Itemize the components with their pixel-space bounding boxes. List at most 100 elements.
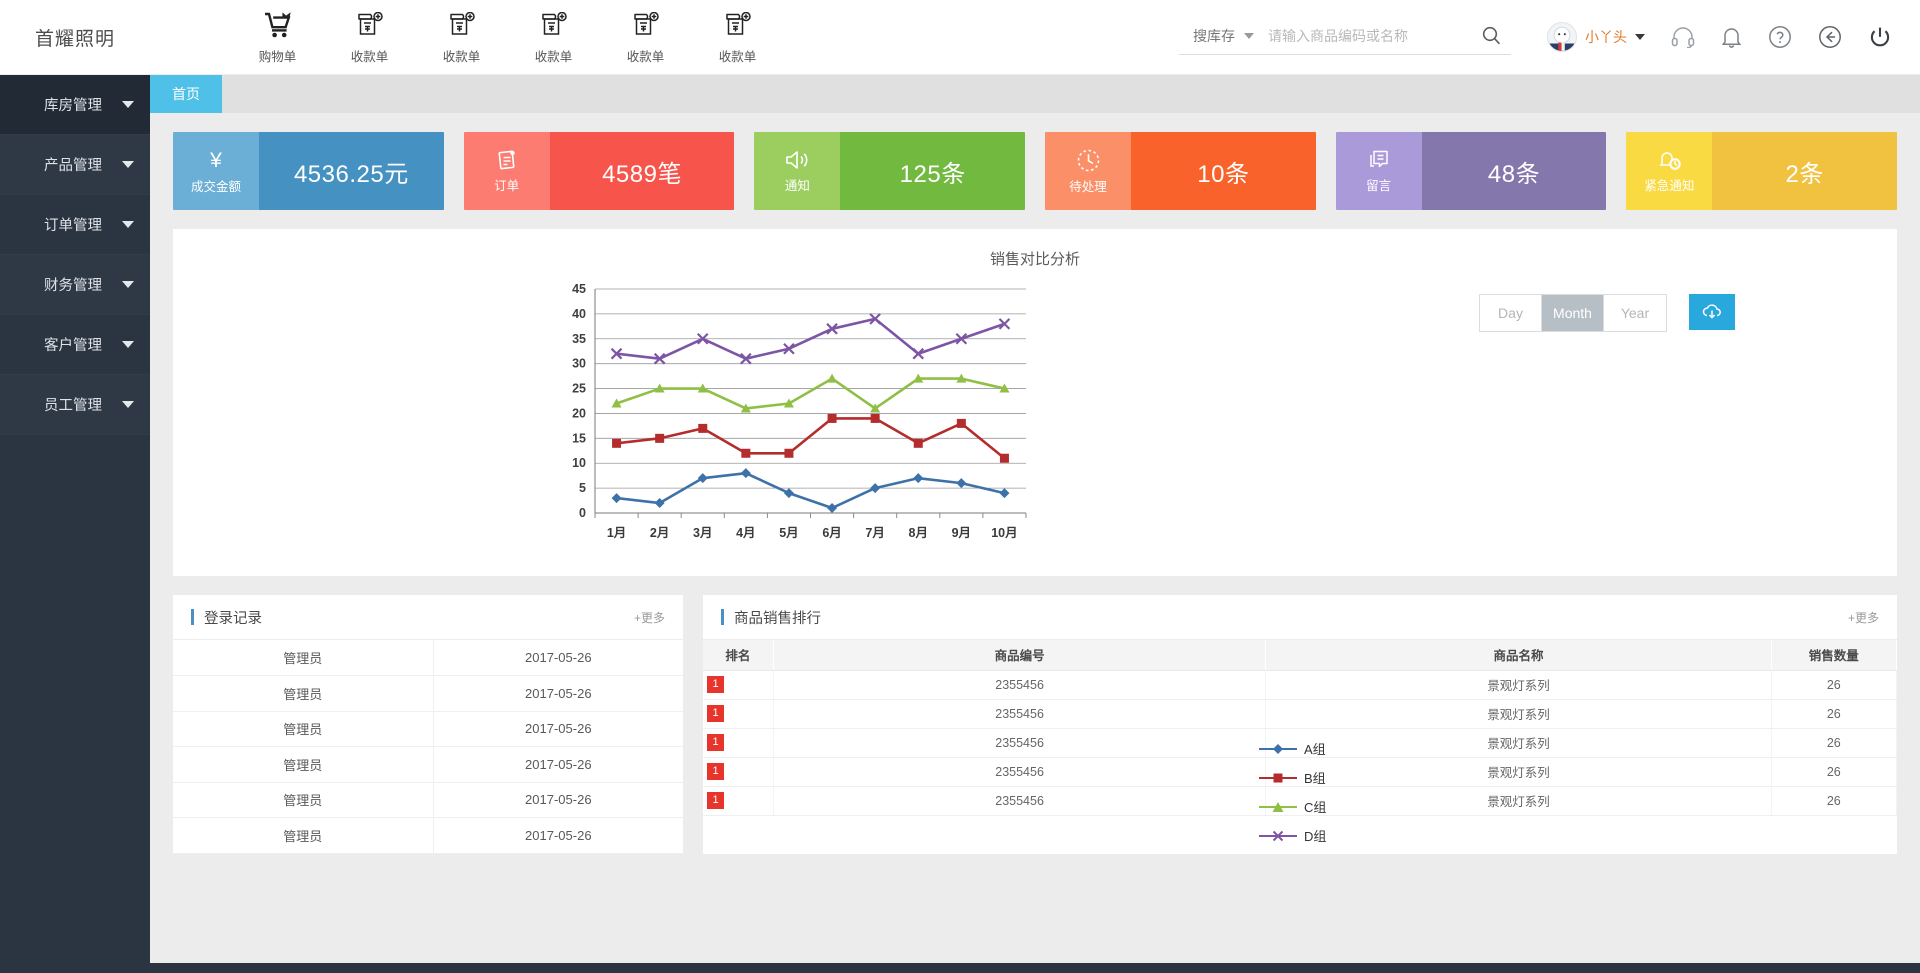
rank-cell: 1 [703,786,773,815]
login-user: 管理员 [173,711,433,747]
product-code-cell: 2355456 [773,757,1265,786]
data-point [957,419,966,428]
legend-item-b: B组 [1258,763,1326,792]
main-content: ¥ 成交金额 4536.25元 订单 4589笔 [150,113,1920,973]
product-code-cell: 2355456 [773,728,1265,757]
card-label: 成交金额 [191,176,241,195]
card-label: 通知 [785,175,810,194]
sidebar-item-label: 客户管理 [44,334,102,355]
sales-qty-cell: 26 [1771,728,1896,757]
yen-icon: ¥ [203,147,229,173]
alarm-icon [1656,148,1682,172]
back-arrow-icon[interactable] [1818,25,1842,49]
search-input[interactable] [1268,28,1468,44]
x-axis-tick-label: 8月 [909,526,928,540]
question-icon[interactable] [1768,25,1792,49]
search-scope-label: 搜库存 [1193,26,1235,46]
y-axis-tick-label: 40 [572,307,586,321]
card-icon-area: 待处理 [1045,132,1131,210]
search-box: 搜库存 [1179,19,1511,55]
headset-icon[interactable] [1671,26,1695,48]
sidebar-item-label: 财务管理 [44,274,102,295]
table-row[interactable]: 管理员2017-05-26 [173,676,683,712]
rank-more-link[interactable]: +更多 [1848,609,1879,626]
table-row[interactable]: 12355456景观灯系列26 [703,699,1897,728]
table-row[interactable]: 管理员2017-05-26 [173,782,683,818]
stat-card-orders[interactable]: 订单 4589笔 [464,132,735,210]
sales-chart-panel: 销售对比分析 Day Month Year 051015202530354045… [173,229,1897,576]
login-panel-header: 登录记录 +更多 [173,595,683,640]
chart-series-A组 [612,468,1010,513]
user-name: 小丫头 [1585,27,1627,47]
quicknav-item-receipt-3[interactable]: 收款单 [526,9,581,65]
user-menu[interactable]: 小丫头 [1547,22,1645,52]
bell-icon[interactable] [1721,26,1742,49]
sidebar-item-warehouse[interactable]: 库房管理 [0,75,150,135]
card-label: 待处理 [1069,176,1107,195]
stat-card-pending[interactable]: 待处理 10条 [1045,132,1316,210]
svg-text:¥: ¥ [209,149,222,172]
stat-card-urgent[interactable]: 紧急通知 2条 [1626,132,1897,210]
column-header-rank: 排名 [703,640,773,670]
login-more-link[interactable]: +更多 [634,609,665,626]
receipt-add-icon [526,9,581,41]
quicknav-item-shopping[interactable]: 购物单 [250,9,305,65]
table-row[interactable]: 管理员2017-05-26 [173,818,683,854]
status-badge: 1 [707,792,724,809]
legend-item-d: D组 [1258,821,1326,850]
sidebar-item-product[interactable]: 产品管理 [0,135,150,195]
legend-marker-square [1258,771,1298,785]
table-row[interactable]: 管理员2017-05-26 [173,711,683,747]
y-axis-tick-label: 20 [572,406,586,420]
stat-card-message[interactable]: 留言 48条 [1336,132,1607,210]
sidebar-item-order[interactable]: 订单管理 [0,195,150,255]
search-scope-dropdown[interactable]: 搜库存 [1179,26,1268,46]
app-header: 首耀照明 购物单 [0,0,1920,75]
login-user: 管理员 [173,747,433,783]
chevron-down-icon [122,401,134,408]
sidebar-item-finance[interactable]: 财务管理 [0,255,150,315]
data-point [784,449,793,458]
status-badge: 1 [707,676,724,693]
rank-cell: 1 [703,757,773,786]
quicknav-item-receipt-5[interactable]: 收款单 [710,9,765,65]
card-label: 留言 [1366,175,1391,194]
x-axis-tick-label: 10月 [991,526,1017,540]
quicknav-label: 购物单 [250,46,305,65]
login-record-table: 管理员2017-05-26管理员2017-05-26管理员2017-05-26管… [173,640,683,854]
product-name-cell: 景观灯系列 [1266,757,1771,786]
card-value: 48条 [1422,132,1607,210]
table-row[interactable]: 管理员2017-05-26 [173,640,683,676]
quicknav-item-receipt-1[interactable]: 收款单 [342,9,397,65]
chevron-down-icon [122,161,134,168]
data-point [870,483,880,493]
sidebar-item-label: 员工管理 [44,394,102,415]
data-point [999,488,1009,498]
stat-card-amount[interactable]: ¥ 成交金额 4536.25元 [173,132,444,210]
product-code-cell: 2355456 [773,670,1265,699]
table-row[interactable]: 12355456景观灯系列26 [703,670,1897,699]
login-user: 管理员 [173,676,433,712]
sales-line-chart: 0510152025303540451月2月3月4月5月6月7月8月9月10月 [553,281,1033,551]
search-button[interactable] [1468,26,1511,45]
quicknav-item-receipt-4[interactable]: 收款单 [618,9,673,65]
legend-item-c: C组 [1258,792,1326,821]
accent-bar [191,609,194,625]
receipt-add-icon [618,9,673,41]
x-axis-tick-label: 1月 [607,526,626,540]
table-row[interactable]: 管理员2017-05-26 [173,747,683,783]
sidebar-item-customer[interactable]: 客户管理 [0,315,150,375]
card-value: 10条 [1131,132,1316,210]
quicknav-item-receipt-2[interactable]: 收款单 [434,9,489,65]
rank-panel-header: 商品销售排行 +更多 [703,595,1897,640]
stat-card-notice[interactable]: 通知 125条 [754,132,1025,210]
product-code-cell: 2355456 [773,786,1265,815]
card-label: 紧急通知 [1644,175,1694,194]
data-point [956,478,966,488]
status-badge: 1 [707,734,724,751]
tab-home[interactable]: 首页 [150,75,222,113]
x-axis-tick-label: 5月 [779,526,798,540]
sidebar-item-staff[interactable]: 员工管理 [0,375,150,435]
quick-nav: 购物单 收款单 [250,9,765,65]
power-icon[interactable] [1868,25,1892,49]
